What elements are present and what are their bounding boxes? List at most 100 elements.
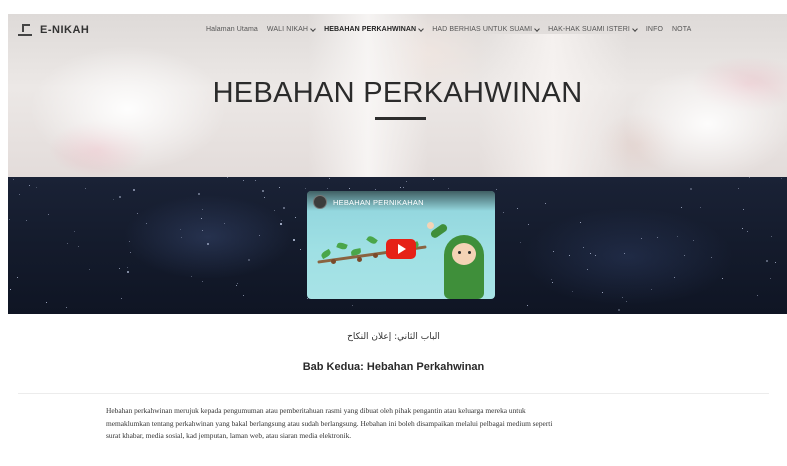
- nav-item-halaman-utama[interactable]: Halaman Utama: [206, 26, 258, 33]
- character-eye: [458, 251, 461, 254]
- star-dot: [237, 283, 238, 284]
- star-dot: [572, 291, 573, 292]
- star-dot: [66, 307, 67, 308]
- intro-paragraph: Hebahan perkahwinan merujuk kepada pengu…: [106, 405, 696, 443]
- nav-item-had-berhias[interactable]: HAD BERHIAS UNTUK SUAMI: [432, 25, 540, 33]
- chevron-down-icon: [310, 25, 316, 32]
- star-dot: [624, 253, 625, 254]
- star-dot: [781, 178, 782, 179]
- star-dot: [551, 279, 552, 280]
- star-dot: [227, 177, 228, 178]
- brand-name: E-NIKAH: [40, 24, 90, 36]
- star-dot: [433, 179, 434, 180]
- star-dot: [26, 220, 27, 221]
- star-dot: [400, 187, 401, 188]
- star-dot: [121, 298, 122, 299]
- nav-item-label: HAD BERHIAS UNTUK SUAMI: [432, 26, 533, 33]
- star-dot: [352, 305, 353, 306]
- star-dot: [587, 269, 588, 270]
- star-dot: [181, 237, 182, 238]
- star-dot: [202, 230, 203, 231]
- star-dot: [274, 210, 275, 211]
- star-dot: [19, 194, 20, 195]
- star-dot: [280, 223, 282, 225]
- star-dot: [78, 246, 79, 247]
- character-face: [452, 243, 476, 265]
- star-dot: [207, 243, 209, 245]
- paragraph-line: memaklumkan tentang perkahwinan yang bak…: [106, 418, 553, 428]
- star-dot: [243, 295, 244, 296]
- star-dot: [403, 187, 404, 188]
- star-dot: [690, 188, 692, 190]
- leaf-illustration: [366, 234, 378, 246]
- nav-item-info[interactable]: INFO: [646, 26, 663, 33]
- brand-logo-icon: [18, 24, 32, 36]
- page-title: HEBAHAN PERKAHWINAN: [212, 77, 583, 109]
- star-dot: [496, 189, 497, 190]
- leaf-illustration: [336, 241, 348, 251]
- star-dot: [552, 282, 553, 283]
- star-dot: [137, 213, 138, 214]
- star-dot: [747, 231, 748, 232]
- star-dot: [448, 188, 449, 189]
- insect-illustration: [331, 259, 336, 264]
- star-dot: [133, 189, 135, 191]
- star-dot: [305, 188, 306, 189]
- star-dot: [553, 251, 554, 252]
- star-dot: [711, 257, 712, 258]
- channel-avatar[interactable]: [313, 195, 327, 209]
- section-heading: Bab Kedua: Hebahan Perkahwinan: [302, 361, 485, 373]
- star-dot: [48, 214, 49, 215]
- chevron-down-icon: [632, 25, 638, 32]
- star-dot: [17, 277, 18, 278]
- star-dot: [766, 260, 768, 262]
- star-dot: [770, 278, 771, 279]
- star-dot: [527, 305, 528, 306]
- leaf-illustration: [320, 248, 332, 260]
- star-dot: [113, 199, 114, 200]
- play-button-icon[interactable]: [386, 239, 416, 259]
- star-dot: [641, 238, 642, 239]
- video-title[interactable]: HEBAHAN PERNIKAHAN: [333, 198, 424, 207]
- star-dot: [517, 208, 518, 209]
- star-dot: [201, 218, 202, 219]
- star-dot: [545, 203, 546, 204]
- star-dot: [67, 243, 68, 244]
- nav-item-label: NOTA: [672, 26, 692, 33]
- star-dot: [622, 297, 623, 298]
- star-dot: [295, 217, 296, 218]
- nav-item-wali-nikah[interactable]: WALI NIKAH: [267, 25, 316, 33]
- star-dot: [127, 267, 128, 268]
- chevron-down-icon: [418, 25, 425, 32]
- star-dot: [191, 276, 192, 277]
- paragraph-line: surat khabar, media sosial, kad jemputan…: [106, 431, 352, 440]
- star-dot: [236, 285, 237, 286]
- star-dot: [13, 179, 14, 180]
- star-dot: [674, 277, 675, 278]
- nav-item-nota[interactable]: NOTA: [672, 26, 691, 33]
- brand-link[interactable]: E-NIKAH: [18, 24, 89, 36]
- star-dot: [580, 222, 581, 223]
- star-dot: [127, 271, 129, 273]
- star-dot: [595, 255, 596, 256]
- star-dot: [602, 292, 603, 293]
- star-dot: [771, 236, 772, 237]
- star-dot: [224, 223, 225, 224]
- nav-item-hak-hak-suami-isteri[interactable]: HAK-HAK SUAMI ISTERI: [548, 25, 638, 33]
- star-dot: [129, 241, 130, 242]
- star-dot: [590, 253, 591, 254]
- star-dot: [293, 239, 295, 241]
- star-dot: [618, 309, 620, 311]
- star-dot: [583, 247, 584, 248]
- star-dot: [528, 224, 529, 225]
- star-dot: [700, 207, 701, 208]
- star-dot: [198, 193, 200, 195]
- nav-item-hebahan-perkahwinan[interactable]: HEBAHAN PERKAHWINAN: [324, 25, 425, 33]
- insect-illustration: [357, 257, 362, 262]
- star-dot: [281, 220, 282, 221]
- star-dot: [264, 197, 265, 198]
- star-dot: [775, 262, 776, 263]
- youtube-video-embed[interactable]: HEBAHAN PERNIKAHAN: [307, 191, 495, 299]
- star-dot: [202, 209, 203, 210]
- star-dot: [722, 278, 723, 279]
